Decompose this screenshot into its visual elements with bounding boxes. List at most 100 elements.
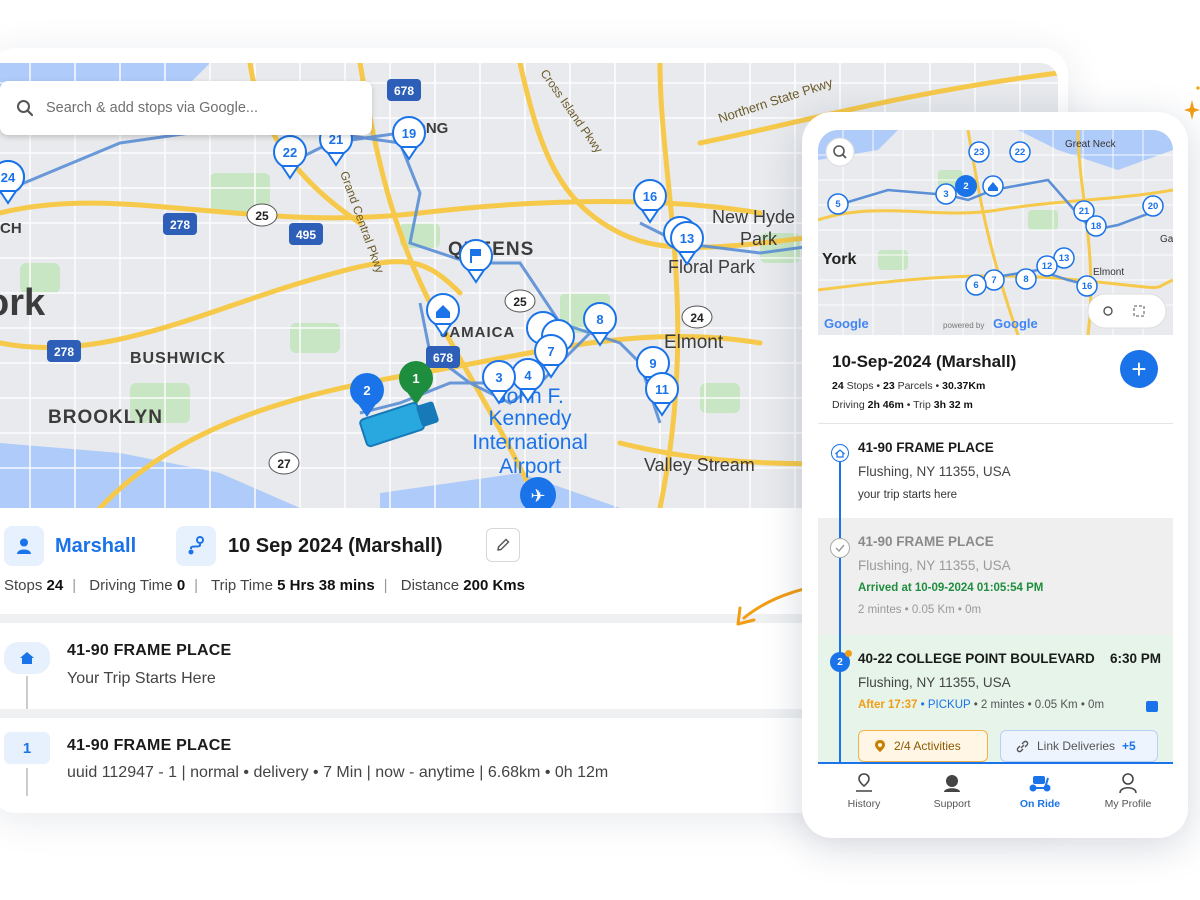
- phone-stop-current[interactable]: 2 40-22 COLLEGE POINT BOULEVARD 6:30 PM …: [818, 635, 1173, 762]
- phone-map-label-gar: Gar: [1160, 234, 1173, 245]
- phone-summary-line-1: 24 Stops • 23 Parcels • 30.37Km: [832, 380, 986, 392]
- stop-title[interactable]: 41-90 FRAME PLACE: [67, 737, 231, 755]
- status-dot: [845, 650, 852, 657]
- svg-text:678: 678: [433, 351, 453, 365]
- phone-map-search-button[interactable]: [825, 137, 855, 167]
- tab-support[interactable]: Support: [912, 772, 992, 810]
- map-label-floral-park: Floral Park: [668, 257, 756, 277]
- map-label-valley-stream: Valley Stream: [644, 455, 755, 475]
- svg-text:495: 495: [296, 228, 316, 242]
- map-label-elmont: Elmont: [664, 332, 724, 353]
- map-label-bushwick: BUSHWICK: [130, 350, 226, 367]
- pin-icon: [875, 740, 885, 752]
- phone-map-label-great-neck: Great Neck: [1065, 139, 1117, 150]
- phone-marker-5[interactable]: 5: [827, 193, 849, 215]
- svg-text:16: 16: [643, 189, 657, 204]
- tab-history[interactable]: History: [824, 772, 904, 810]
- stat-trip-label: Trip Time: [210, 577, 273, 594]
- phone-stop-completed[interactable]: 41-90 FRAME PLACE Flushing, NY 11355, US…: [818, 518, 1173, 635]
- message-icon[interactable]: [1146, 701, 1158, 712]
- map-label-brooklyn: BROOKLYN: [48, 407, 163, 428]
- search-icon: [17, 100, 34, 117]
- phone-stop-arrived: Arrived at 10-09-2024 01:05:54 PM: [858, 582, 1044, 594]
- svg-text:2: 2: [363, 383, 370, 398]
- phone-marker-20[interactable]: 20: [1142, 195, 1164, 217]
- map-label-jfk-4: Airport: [499, 455, 561, 478]
- tab-my-profile[interactable]: My Profile: [1088, 772, 1168, 810]
- phone-trip-title: 10-Sep-2024 (Marshall): [832, 352, 1017, 371]
- phone-marker-6[interactable]: 6: [965, 274, 987, 296]
- phone-marker-18[interactable]: 18: [1085, 215, 1107, 237]
- phone-stop-meta-line: After 17:37 • PICKUP • 2 mintes • 0.05 K…: [858, 699, 1104, 711]
- svg-text:21: 21: [1079, 206, 1090, 217]
- powered-by-label: powered by: [943, 321, 984, 330]
- phone-stop-title: 41-90 FRAME PLACE: [858, 534, 994, 549]
- driver-name[interactable]: Marshall: [55, 535, 136, 558]
- svg-text:22: 22: [1015, 147, 1026, 158]
- phone-stop-time: 6:30 PM: [1110, 651, 1162, 666]
- phone-stop-title: 41-90 FRAME PLACE: [858, 440, 994, 455]
- timeline-line: [26, 768, 28, 796]
- svg-text:20: 20: [1148, 201, 1159, 212]
- svg-text:1: 1: [412, 371, 419, 386]
- phone-stop-note: your trip starts here: [858, 489, 958, 501]
- timeline-line: [839, 518, 841, 635]
- svg-text:18: 18: [1091, 221, 1102, 232]
- map-label-new-hyde: New Hyde: [712, 207, 795, 227]
- profile-icon: [1119, 773, 1137, 794]
- search-stops-box[interactable]: Search & add stops via Google...: [0, 81, 372, 135]
- tab-on-ride[interactable]: On Ride: [1000, 772, 1080, 810]
- svg-text:27: 27: [277, 457, 291, 471]
- phone-marker-8[interactable]: 8: [1015, 268, 1037, 290]
- phone-map-controls[interactable]: [1087, 293, 1167, 329]
- phone-stop-address: Flushing, NY 11355, USA: [858, 558, 1011, 573]
- shield-25-left: 25: [246, 203, 278, 227]
- phone-stop-home[interactable]: 41-90 FRAME PLACE Flushing, NY 11355, US…: [818, 424, 1173, 518]
- phone-stop-address: Flushing, NY 11355, USA: [858, 464, 1011, 479]
- add-stop-button[interactable]: +: [1120, 350, 1158, 388]
- route-icon: [188, 536, 204, 555]
- search-input[interactable]: Search & add stops via Google...: [46, 100, 258, 116]
- svg-text:6: 6: [973, 280, 978, 291]
- phone-mockup: York Great Neck Elmont Gar Google Google…: [802, 112, 1188, 838]
- svg-text:24: 24: [690, 311, 704, 325]
- svg-text:11: 11: [655, 382, 669, 397]
- stat-distance-label: Distance: [400, 577, 460, 594]
- svg-text:2: 2: [963, 181, 968, 192]
- phone-map-label-elmont: Elmont: [1093, 267, 1124, 278]
- phone-stop-title: 40-22 COLLEGE POINT BOULEVARD: [858, 651, 1095, 666]
- check-icon: [830, 538, 850, 558]
- phone-marker-2[interactable]: 2: [955, 175, 977, 197]
- link-icon: [1016, 740, 1029, 752]
- phone-marker-12[interactable]: 12: [1036, 255, 1058, 277]
- link-deliveries-button[interactable]: Link Deliveries +5: [1000, 730, 1158, 762]
- svg-text:3: 3: [943, 189, 948, 200]
- phone-marker-23[interactable]: 23: [968, 141, 990, 163]
- svg-text:13: 13: [1059, 253, 1070, 264]
- timeline-line: [839, 462, 841, 518]
- phone-route-map[interactable]: York Great Neck Elmont Gar Google Google…: [818, 130, 1173, 335]
- map-label-york: ork: [0, 282, 46, 324]
- map-label-ch: CH: [0, 220, 22, 237]
- after-time: After 17:37: [858, 699, 918, 711]
- stop-home-marker: [4, 642, 50, 674]
- bottom-tab-bar: History Support On Ride My Profile: [818, 762, 1173, 822]
- shield-278-top: 278: [163, 213, 197, 235]
- phone-marker-home[interactable]: [982, 175, 1004, 197]
- scooter-icon: [1029, 776, 1051, 792]
- svg-text:13: 13: [680, 231, 694, 246]
- route-icon-box: [176, 526, 216, 566]
- phone-stop-address: Flushing, NY 11355, USA: [858, 675, 1011, 690]
- phone-marker-16[interactable]: 16: [1076, 275, 1098, 297]
- map-label-jfk-3: International: [472, 431, 588, 454]
- home-icon: [20, 652, 34, 664]
- phone-stop-meta: • 2 mintes • 0.05 Km • 0m: [973, 699, 1105, 711]
- activities-button[interactable]: 2/4 Activities: [858, 730, 988, 762]
- stop-title[interactable]: 41-90 FRAME PLACE: [67, 642, 231, 660]
- map-label-jfk-2: Kennedy: [489, 407, 572, 430]
- edit-trip-button[interactable]: [486, 528, 520, 562]
- phone-marker-7[interactable]: 7: [983, 269, 1005, 291]
- stat-driving: 0: [176, 577, 186, 594]
- phone-marker-22[interactable]: 22: [1009, 141, 1031, 163]
- phone-marker-3[interactable]: 3: [935, 183, 957, 205]
